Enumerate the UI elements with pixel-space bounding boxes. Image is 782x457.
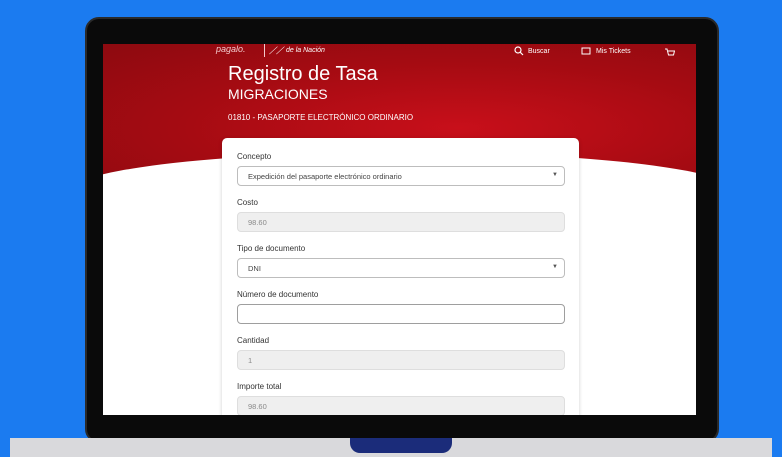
- tipo-documento-label: Tipo de documento: [237, 244, 306, 253]
- logo-divider: [264, 44, 265, 57]
- page-subtitle: MIGRACIONES: [228, 86, 328, 102]
- cantidad-field: 1: [237, 350, 565, 370]
- concepto-label: Concepto: [237, 152, 272, 161]
- importe-total-field: 98.60: [237, 396, 565, 415]
- cart-button[interactable]: [664, 45, 676, 63]
- cart-icon: [665, 48, 676, 56]
- banco-nacion-logo-text: de la Nación: [286, 47, 325, 54]
- numero-documento-input[interactable]: [237, 304, 565, 324]
- search-icon: [514, 46, 524, 56]
- cantidad-label: Cantidad: [237, 336, 270, 345]
- importe-total-label: Importe total: [237, 382, 282, 391]
- registration-form-card: Concepto Expedición del pasaporte electr…: [222, 138, 579, 415]
- search-label: Buscar: [528, 47, 550, 55]
- costo-label: Costo: [237, 198, 258, 207]
- procedure-code: 01810 - PASAPORTE ELECTRÓNICO ORDINARIO: [228, 113, 414, 122]
- banco-nacion-logo-icon: ⟋⟋: [269, 46, 283, 57]
- tickets-nav-button[interactable]: Mis Tickets: [581, 44, 631, 58]
- search-nav-button[interactable]: Buscar: [514, 44, 550, 58]
- importe-total-value: 98.60: [248, 401, 267, 411]
- chevron-down-icon: ▼: [552, 264, 558, 270]
- tipo-documento-select[interactable]: DNI ▼: [237, 258, 565, 278]
- costo-value: 98.60: [248, 217, 267, 227]
- pagalo-logo[interactable]: pagalo.: [216, 44, 246, 54]
- browser-screen: pagalo. ⟋⟋ de la Nación Buscar Mis Ticke…: [103, 44, 696, 415]
- cantidad-value: 1: [248, 355, 253, 365]
- page-title: Registro de Tasa: [228, 63, 378, 85]
- costo-field: 98.60: [237, 212, 565, 232]
- ticket-icon: [581, 47, 591, 55]
- numero-documento-label: Número de documento: [237, 290, 319, 299]
- concepto-value: Expedición del pasaporte electrónico ord…: [248, 171, 402, 181]
- tickets-label: Mis Tickets: [596, 47, 631, 55]
- concepto-select[interactable]: Expedición del pasaporte electrónico ord…: [237, 166, 565, 186]
- chevron-down-icon: ▼: [552, 172, 558, 178]
- laptop-notch: [350, 438, 452, 453]
- tipo-documento-value: DNI: [248, 263, 261, 273]
